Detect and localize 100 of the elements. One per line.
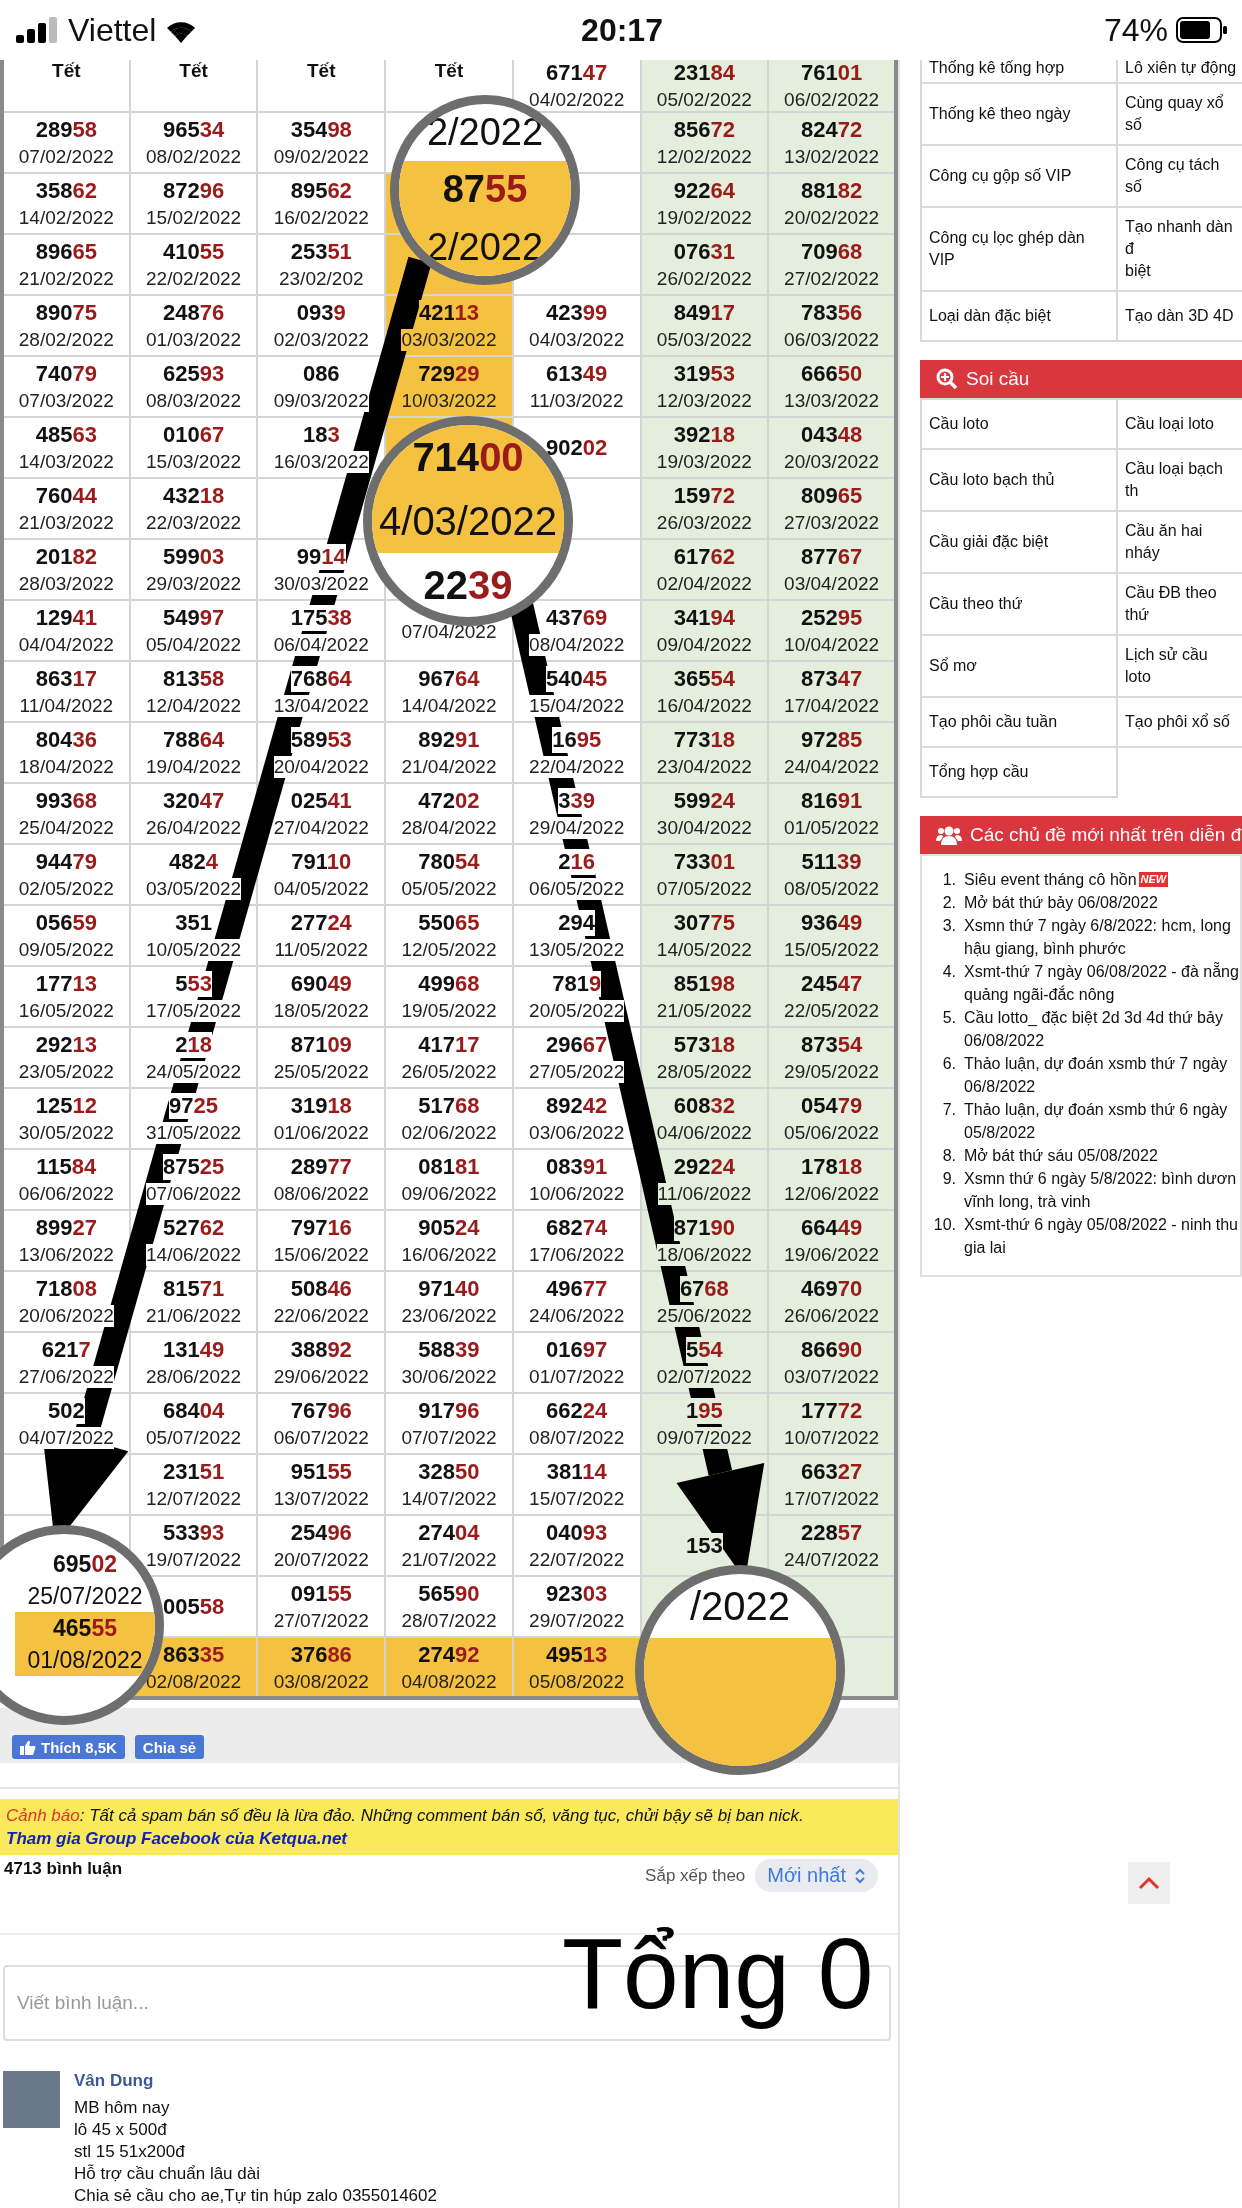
list-number: 4. [941, 962, 956, 982]
list-number: 6. [941, 1054, 956, 1074]
warning-text: Cảnh báo: Tất cả spam bán số đều là lừa đảo. Những comment bán số, văng tục, chửi bậy sẽ bị ban nick. [6, 1805, 805, 1827]
sort-label: Sắp xếp theo [645, 1865, 746, 1886]
draw-date: 08/04/2022 [529, 634, 625, 656]
signal-icon [16, 17, 60, 43]
draw-date: 06/05/2022 [529, 878, 625, 900]
sidebar-link[interactable]: Cầu loto [921, 399, 1117, 449]
topic-link[interactable]: Mở bát thứ sáu 05/08/2022 [964, 1144, 1158, 1167]
battery-icon [1176, 17, 1228, 43]
chevron-updown-icon [854, 1867, 866, 1884]
lottery-number: 216 [558, 849, 596, 875]
draw-date: 10/05/2022 [146, 939, 242, 961]
sort-dropdown[interactable]: Mới nhất [755, 1859, 878, 1892]
topic-link[interactable]: Xsmt-thứ 7 ngày 06/08/2022 - đà nẵng quảng ngãi-đắc nông [964, 960, 1239, 1006]
lottery-number: 76864 [290, 666, 352, 692]
lottery-number: 87525 [162, 1154, 225, 1180]
draw-date: 17/05/2022 [146, 1000, 242, 1022]
sidebar-link[interactable]: Thống kê tổng hợp [921, 60, 1117, 83]
sidebar-link[interactable]: Cầu loto bạch thủ [921, 449, 1117, 511]
draw-date: 13/05/2022 [529, 939, 625, 961]
draw-date: 03/05/2022 [146, 878, 242, 900]
sidebar-link[interactable]: Cầu theo thứ [921, 573, 1117, 635]
magnified-number: 8755 [442, 168, 528, 212]
list-number: 2. [941, 893, 956, 913]
lottery-number: 9914 [296, 544, 346, 570]
sidebar-link[interactable]: Cầu giải đặc biệt [921, 511, 1117, 573]
draw-date: 06/04/2022 [273, 634, 369, 656]
draw-date: 07/06/2022 [146, 1183, 242, 1205]
draw-date: 22/04/2022 [529, 756, 625, 778]
magnified-date: 01/08/2022 [27, 1646, 143, 1674]
topic-link[interactable]: Xsmt-thứ 6 ngày 05/08/2022 - ninh thu gia lai [964, 1213, 1238, 1259]
battery-percent: 74% [1103, 11, 1168, 49]
share-button[interactable]: Chia sẻ [134, 1735, 205, 1759]
users-icon [936, 825, 962, 845]
scroll-top-button[interactable] [1128, 1862, 1170, 1904]
draw-date: 20/06/2022 [18, 1305, 114, 1327]
magnified-number: 71400 [412, 434, 524, 480]
draw-date: 29/04/2022 [529, 817, 625, 839]
topic-link[interactable]: Siêu event tháng cô hồn [964, 868, 1137, 891]
draw-date: 15/04/2022 [529, 695, 625, 717]
topic-link[interactable]: Cầu lotto_ đặc biệt 2d 3d 4d thứ bảy 06/08/2022 [964, 1006, 1223, 1052]
topic-link[interactable]: Xsmn thứ 7 ngày 6/8/2022: hcm, long hậu giang, bình phước [964, 914, 1231, 960]
magnified-date: /2022 [689, 1583, 791, 1629]
draw-date: 11/06/2022 [657, 1183, 752, 1205]
magnified-number: 69502 [53, 1550, 117, 1578]
list-number: 10. [932, 1215, 956, 1235]
lottery-number: 58953 [290, 727, 352, 753]
section-title: Các chủ đề mới nhất trên diễn đ [970, 824, 1242, 846]
draw-date: 31/05/2022 [146, 1122, 242, 1144]
draw-date: 04/07/2022 [18, 1427, 114, 1449]
topic-link[interactable]: Thảo luận, dự đoán xsmb thứ 7 ngày 06/8/2022 [964, 1052, 1228, 1098]
magnified-date: 2/2022 [426, 225, 544, 269]
draw-date: 18/06/2022 [656, 1244, 752, 1266]
lottery-number: 502 [48, 1398, 85, 1424]
thumbs-up-icon [20, 1739, 36, 1755]
draw-date: 27/06/2022 [18, 1366, 114, 1388]
draw-date: 25/06/2022 [656, 1305, 752, 1327]
sidebar-link[interactable]: Công cụ gộp số VIP [921, 145, 1117, 207]
magnified-number: 46555 [53, 1614, 117, 1642]
lottery-number: 554 [686, 1337, 723, 1363]
search-plus-icon [936, 368, 958, 390]
magnified-number: 2239 [423, 562, 513, 608]
sidebar-link[interactable]: Công cụ lọc ghép dàn VIP [921, 207, 1117, 291]
draw-date: 09/07/2022 [656, 1427, 752, 1449]
draw-date: 02/07/2022 [656, 1366, 752, 1388]
magnified-date: 2/2022 [426, 111, 544, 155]
lottery-number: 218 [175, 1032, 212, 1058]
topic-link[interactable]: Mở bát thứ bảy 06/08/2022 [964, 891, 1158, 914]
lottery-number: 87190 [673, 1215, 735, 1241]
topic-link[interactable]: Thảo luận, dự đoán xsmb thứ 6 ngày 05/8/2022 [964, 1098, 1228, 1144]
comment-author[interactable]: Vân Dung [74, 2071, 437, 2091]
magnified-date: 25/07/2022 [27, 1582, 143, 1610]
new-badge: NEW [1138, 872, 1169, 887]
carrier-name: Viettel [68, 11, 157, 49]
draw-date: 14/06/2022 [146, 1244, 242, 1266]
section-title: Soi cầu [966, 368, 1030, 390]
list-number: 7. [941, 1100, 956, 1120]
topic-link[interactable]: Xsmn thứ 6 ngày 5/8/2022: bình dươn vĩnh long, trà vinh [964, 1167, 1237, 1213]
lottery-number: 553 [175, 971, 212, 997]
comment-text: MB hôm nay lô 45 x 500đ stl 15 51x200đ Hỗ trợ cầu chuẩn lâu dài Chia sẻ cầu cho ae,Tự tin húp zalo 0355014602 [74, 2097, 437, 2207]
draw-date: 27/05/2022 [529, 1061, 625, 1083]
lottery-number: 17538 [290, 605, 352, 631]
sidebar-link[interactable]: Thống kê theo ngày [921, 83, 1117, 145]
sidebar-link[interactable]: Lô xiên tự động [1117, 60, 1242, 83]
facebook-group-link[interactable]: Tham gia Group Facebook của Ketqua.net [6, 1829, 347, 1848]
sidebar-link[interactable]: Tạo phôi cầu tuần [921, 697, 1117, 747]
lottery-number: 339 [558, 788, 596, 814]
draw-date: 03/03/2022 [401, 329, 497, 351]
like-button[interactable]: Thích 8,5K [12, 1735, 125, 1759]
sidebar-link[interactable]: Sổ mơ [921, 635, 1117, 697]
lottery-number: 294 [558, 910, 595, 936]
sidebar-link[interactable]: Cầu loại loto [1117, 399, 1242, 449]
sidebar-link[interactable]: Tổng hợp cầu [921, 747, 1117, 797]
chevron-up-icon [1138, 1876, 1160, 1890]
lottery-number: 1695 [552, 727, 602, 753]
draw-date: 13/04/2022 [273, 695, 369, 717]
lottery-number: 7819 [552, 971, 602, 997]
sidebar-link[interactable]: Loại dàn đặc biệt [921, 291, 1117, 341]
list-number: 5. [941, 1008, 956, 1028]
